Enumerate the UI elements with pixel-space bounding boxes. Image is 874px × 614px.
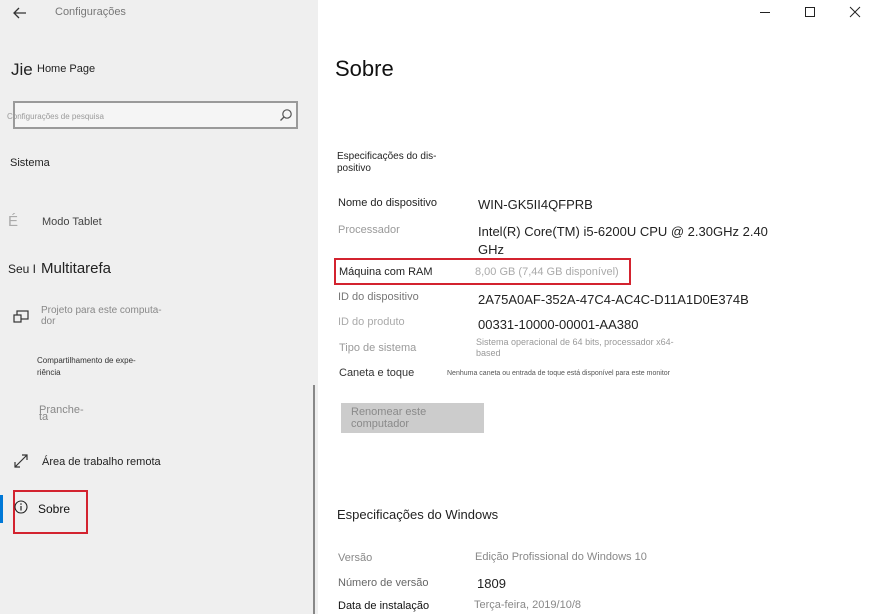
spec-value: 00331-10000-00001-AA380 xyxy=(478,317,639,332)
minimize-icon xyxy=(759,5,771,23)
arrow-left-icon[interactable] xyxy=(12,5,28,21)
spec-value: 8,00 GB (7,44 GB disponível) xyxy=(475,266,619,278)
spec-label: Tipo de sistema xyxy=(339,342,417,354)
spec-value: Edição Profissional do Windows 10 xyxy=(475,551,647,563)
spec-label: Máquina com RAM xyxy=(339,266,433,278)
remote-desktop-icon xyxy=(13,453,29,469)
device-specs-title: Especificações do dis- xyxy=(337,151,437,162)
section-label: Sistema xyxy=(10,157,50,169)
sidebar-item-label-line2: dor xyxy=(41,316,56,327)
spec-value: Nenhuma caneta ou entrada de toque está … xyxy=(447,370,670,377)
app-title: Configurações xyxy=(55,6,126,18)
search-input[interactable] xyxy=(5,103,259,129)
close-icon xyxy=(849,5,861,23)
maximize-button[interactable] xyxy=(788,0,832,28)
close-button[interactable] xyxy=(833,0,874,28)
sidebar-item-label-line2: ta xyxy=(39,411,49,423)
device-specs-title-line2: positivo xyxy=(337,163,371,174)
spec-label: ID do produto xyxy=(338,316,405,328)
sidebar-item-label: Compartilhamento de expe- xyxy=(37,356,136,365)
sidebar-item-label: Multitarefa xyxy=(41,260,112,277)
spec-value: Sistema operacional de 64 bits, processa… xyxy=(476,337,674,347)
home-label: Home Page xyxy=(37,63,96,75)
spec-value-line2: based xyxy=(476,348,501,358)
spec-label: Versão xyxy=(338,552,373,564)
search-icon[interactable] xyxy=(279,108,293,122)
sidebar-item-label: Sobre xyxy=(38,502,71,516)
search-box[interactable] xyxy=(5,101,298,129)
spec-label: Nome do dispositivo xyxy=(338,197,438,209)
multitask-prefix: Seu I xyxy=(8,262,37,276)
tablet-prefix: É xyxy=(8,213,19,230)
spec-value-line2: GHz xyxy=(478,242,504,257)
scrollbar[interactable] xyxy=(313,385,315,614)
spec-value: Intel(R) Core(TM) i5-6200U CPU @ 2.30GHz… xyxy=(478,224,768,239)
projector-icon xyxy=(13,310,29,324)
info-icon xyxy=(14,500,28,514)
spec-label: Processador xyxy=(338,224,400,236)
sidebar-item-label: Projeto para este computa- xyxy=(41,305,162,316)
spec-label: ID do dispositivo xyxy=(338,291,419,303)
sidebar-item-label: Área de trabalho remota xyxy=(42,456,161,468)
page-title: Sobre xyxy=(335,56,394,81)
spec-label: Data de instalação xyxy=(338,600,430,612)
spec-value: 1809 xyxy=(477,576,506,591)
spec-value: WIN-GK5II4QFPRB xyxy=(478,197,593,212)
maximize-icon xyxy=(804,5,816,23)
sidebar-item-label: Modo Tablet xyxy=(42,216,102,228)
spec-label: Caneta e toque xyxy=(339,367,415,379)
spec-value: 2A75A0AF-352A-47C4-AC4C-D11A1D0E374B xyxy=(478,292,749,307)
minimize-button[interactable] xyxy=(743,0,787,28)
windows-specs-title: Especificações do Windows xyxy=(337,507,499,522)
sidebar-item-label-line2: riência xyxy=(37,368,61,377)
spec-label: Número de versão xyxy=(338,577,429,589)
settings-nav-pane: Configurações Jie Home Page Sistema É Mo… xyxy=(0,0,318,614)
spec-value: Terça-feira, 2019/10/8 xyxy=(474,599,582,611)
active-indicator xyxy=(0,495,3,523)
rename-pc-button[interactable]: Renomear este computador xyxy=(341,403,484,433)
home-prefix: Jie xyxy=(11,60,33,79)
